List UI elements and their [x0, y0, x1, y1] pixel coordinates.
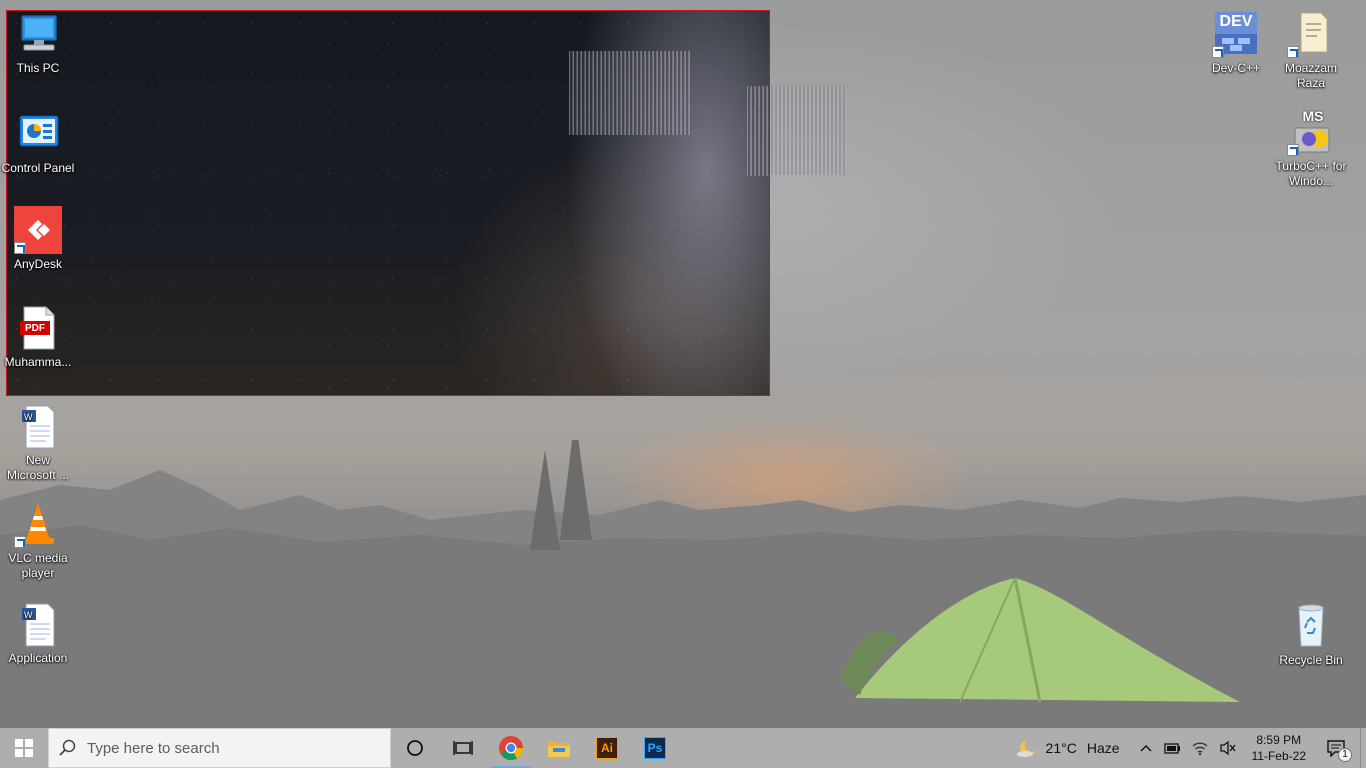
cortana-circle-icon — [407, 740, 423, 756]
desktop-icon-label: Muhamma... — [4, 355, 72, 369]
shortcut-arrow-icon — [14, 536, 26, 548]
taskbar-app-illustrator[interactable]: Ai — [583, 728, 631, 768]
desktop-icon-pdf[interactable]: PDF Muhamma... — [0, 304, 76, 370]
moon-cloud-icon — [1016, 740, 1036, 757]
weather-condition: Haze — [1086, 740, 1120, 756]
taskbar-app-photoshop[interactable]: Ps — [631, 728, 679, 768]
illustrator-icon: Ai — [596, 737, 618, 759]
battery-icon — [1163, 743, 1180, 754]
desktop-icon-recycle-bin[interactable]: Recycle Bin — [1273, 602, 1349, 668]
file-explorer-icon — [548, 741, 570, 757]
weather-temperature: 21°C — [1045, 740, 1077, 756]
control-panel-icon — [14, 110, 62, 158]
shortcut-arrow-icon — [1287, 46, 1299, 58]
notification-count-badge: 1 — [1338, 748, 1352, 762]
dev-cpp-icon: DEV — [1212, 10, 1260, 58]
search-icon — [59, 739, 76, 756]
photoshop-icon: Ps — [644, 737, 666, 759]
anydesk-icon — [14, 206, 62, 254]
show-hidden-icons-button[interactable] — [1134, 728, 1158, 768]
word-document-icon: W — [14, 402, 62, 450]
recycle-bin-icon — [1287, 602, 1335, 650]
action-center-button[interactable]: 1 — [1316, 728, 1360, 768]
taskbar-app-file-explorer[interactable] — [535, 728, 583, 768]
chevron-up-icon — [1139, 744, 1152, 752]
desktop-icon-dev-cpp[interactable]: DEV Dev-C++ — [1198, 10, 1274, 76]
desktop-icon-label: This PC — [16, 61, 60, 75]
weather-widget[interactable]: 21°C Haze — [1011, 728, 1134, 768]
clock[interactable]: 8:59 PM 11-Feb-22 — [1242, 728, 1316, 768]
volume-button[interactable] — [1214, 728, 1242, 768]
desktop-icon-label: VLC media player — [8, 551, 68, 580]
desktop-icon-vlc[interactable]: VLC media player — [0, 500, 76, 581]
desktop-icon-label: Control Panel — [1, 161, 75, 175]
taskbar-app-chrome[interactable] — [487, 728, 535, 768]
dev-badge-text: DEV — [1219, 13, 1253, 30]
cortana-button[interactable] — [391, 728, 439, 768]
system-tray: 21°C Haze 8:59 PM 11-Feb-22 1 — [1011, 728, 1366, 768]
shortcut-arrow-icon — [1212, 46, 1224, 58]
clock-date: 11-Feb-22 — [1251, 749, 1306, 763]
taskbar: Ai Ps 21°C Haze — [0, 728, 1366, 768]
show-desktop-button[interactable] — [1360, 728, 1366, 768]
mountain-landscape — [0, 440, 1366, 728]
desktop-icon-label: Moazzam Raza — [1284, 61, 1337, 90]
glitch-artifact — [747, 86, 769, 176]
this-pc-icon — [14, 10, 62, 58]
wifi-icon — [1192, 742, 1208, 756]
desktop-icon-application-doc[interactable]: W Application — [0, 600, 76, 666]
illustrator-label: Ai — [601, 741, 613, 755]
desktop-icon-label: Recycle Bin — [1279, 653, 1343, 667]
svg-text:W: W — [24, 610, 33, 620]
pdf-badge-text: PDF — [25, 323, 45, 334]
glitch-artifact — [569, 51, 691, 135]
desktop-icon-control-panel[interactable]: Control Panel — [0, 110, 76, 176]
screen-capture-window[interactable] — [6, 10, 770, 396]
shortcut-arrow-icon — [14, 242, 26, 254]
desktop-icon-label: AnyDesk — [13, 257, 63, 271]
turbo-cpp-icon: MS — [1287, 108, 1335, 156]
desktop-icon-turbo-cpp[interactable]: MS TurboC++ for Windo... — [1273, 108, 1349, 189]
taskbar-search-box[interactable] — [48, 728, 391, 768]
task-view-button[interactable] — [439, 728, 487, 768]
desktop-wallpaper: This PC Control Panel AnyDesk PDF Muhamm… — [0, 0, 1366, 728]
word-document-icon: W — [14, 600, 62, 648]
desktop-icon-label: New Microsoft ... — [6, 453, 69, 482]
desktop-icon-anydesk[interactable]: AnyDesk — [0, 206, 76, 272]
desktop-icon-label: TurboC++ for Windo... — [1275, 159, 1347, 188]
clock-time: 8:59 PM — [1256, 733, 1302, 747]
network-button[interactable] — [1186, 728, 1214, 768]
desktop-icon-moazzam-raza[interactable]: Moazzam Raza — [1273, 10, 1349, 91]
start-button[interactable] — [0, 728, 48, 768]
battery-button[interactable] — [1158, 728, 1186, 768]
glitch-artifact — [770, 85, 846, 175]
pdf-file-icon: PDF — [14, 304, 62, 352]
folder-icon — [1287, 10, 1335, 58]
desktop-icon-label: Dev-C++ — [1211, 61, 1261, 75]
desktop-icon-new-word-doc[interactable]: W New Microsoft ... — [0, 402, 76, 483]
shortcut-arrow-icon — [1287, 144, 1299, 156]
desktop-icon-label: Application — [8, 651, 68, 665]
search-input[interactable] — [87, 739, 367, 757]
task-view-icon — [453, 741, 473, 755]
desktop-icon-this-pc[interactable]: This PC — [0, 10, 76, 76]
windows-logo-icon — [15, 739, 33, 757]
ms-badge-text: MS — [1302, 108, 1324, 124]
speaker-muted-icon — [1219, 740, 1236, 756]
vlc-icon — [14, 500, 62, 548]
chrome-icon — [499, 736, 523, 761]
photoshop-label: Ps — [647, 741, 663, 755]
svg-text:W: W — [24, 412, 33, 422]
